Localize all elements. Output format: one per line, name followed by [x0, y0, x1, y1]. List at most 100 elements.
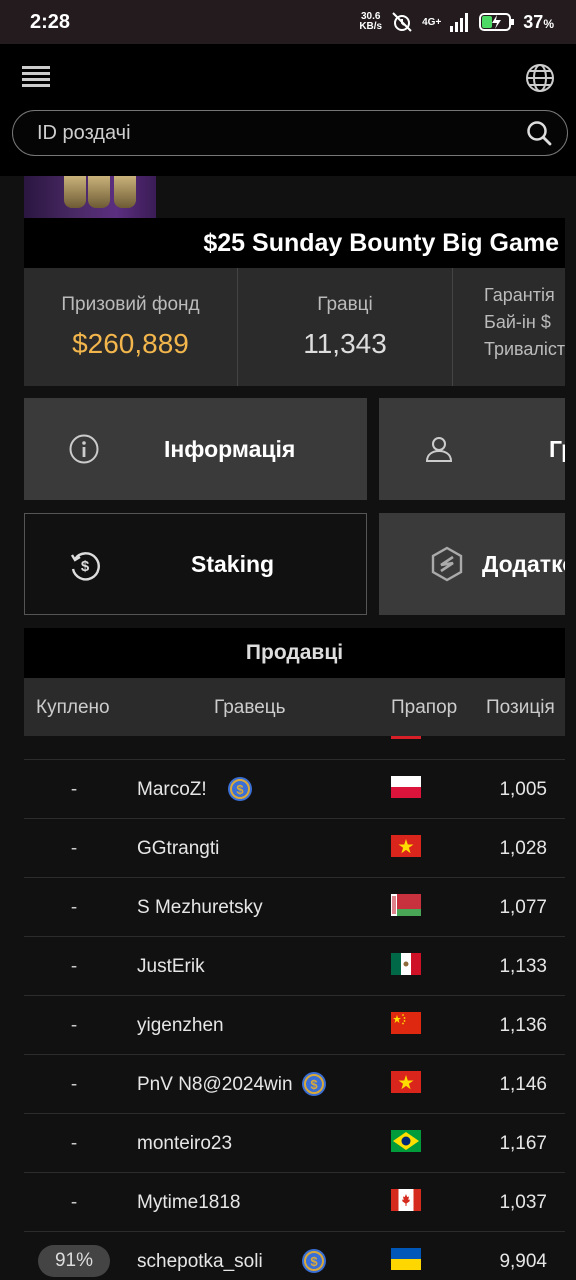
menu-icon[interactable] — [22, 64, 52, 90]
col-player[interactable]: Гравець — [214, 697, 286, 719]
position-cell: 1,146 — [499, 1074, 547, 1095]
player-name: GGtrangti — [137, 838, 220, 859]
tab-staking-label: Staking — [191, 550, 275, 577]
bought-cell: - — [70, 1074, 78, 1095]
col-position[interactable]: Позиція — [486, 697, 555, 719]
col-bought[interactable]: Куплено — [36, 697, 110, 719]
status-bar: 2:28 30.6 KB/s 4G+ 37% — [0, 0, 576, 44]
tournament-side-info: Гарантія Бай-ін $ Тривалість — [484, 268, 565, 386]
tournament-title-bar: $25 Sunday Bounty Big Game — [24, 218, 565, 268]
bought-cell: - — [70, 1015, 78, 1036]
position-cell: 1,167 — [499, 1133, 547, 1154]
table-row[interactable]: - Mytime1818 1,037 — [24, 1173, 565, 1232]
bought-cell: - — [70, 1192, 78, 1213]
table-row[interactable]: - S Mezhuretsky 1,077 — [24, 878, 565, 937]
table-row[interactable]: 91% schepotka_soli $9,904 — [24, 1232, 565, 1280]
bought-cell: - — [70, 956, 78, 977]
tournament-banner-image — [24, 176, 156, 218]
position-cell: 989 — [515, 736, 547, 742]
signal-icon — [450, 13, 469, 32]
players-label: Гравці — [317, 294, 373, 315]
svg-text:$: $ — [310, 1254, 318, 1269]
tab-extra[interactable]: Додатково — [379, 513, 565, 615]
alarm-off-icon — [392, 12, 412, 32]
duration-label: Тривалість — [484, 339, 565, 359]
bought-cell: - — [70, 779, 78, 800]
sellers-table-header: Куплено Гравець Прапор Позиція — [24, 678, 565, 736]
flag-vietnam-icon — [391, 835, 421, 857]
tournament-content: $25 Sunday Bounty Big Game Призовий фонд… — [0, 176, 576, 1280]
staking-badge-icon: $ — [301, 1071, 327, 1097]
staking-dollar-icon: $ — [70, 552, 100, 581]
battery-percent: 37% — [523, 11, 554, 32]
position-cell: 1,077 — [499, 897, 547, 918]
tab-extra-label: Додатково — [482, 550, 565, 577]
player-name: JustErik — [137, 956, 205, 977]
tab-players-label: Гравці — [549, 435, 565, 462]
player-name: yigenzhen — [137, 1015, 224, 1036]
battery-charging-icon — [479, 13, 515, 31]
bought-cell: - — [70, 1133, 78, 1154]
prize-pool-label: Призовий фонд — [61, 294, 200, 315]
sellers-table-body: Call me Sir 989 - MarcoZ! $1,005 - GGtrangti 1,… — [24, 736, 565, 1280]
tab-players[interactable]: Гравці — [379, 398, 565, 500]
position-cell: 1,005 — [499, 779, 547, 800]
position-cell: 1,133 — [499, 956, 547, 977]
col-flag[interactable]: Прапор — [391, 697, 457, 719]
guarantee-label: Гарантія — [484, 285, 555, 305]
bought-cell: 91% — [38, 1245, 110, 1277]
staking-badge-icon: $ — [301, 1248, 327, 1274]
buyin-label: Бай-ін $ — [484, 312, 551, 332]
table-row[interactable]: - MarcoZ! $1,005 — [24, 760, 565, 819]
flag-brazil-icon — [391, 1130, 421, 1152]
tournament-title: $25 Sunday Bounty Big Game — [203, 228, 559, 257]
tab-info-label: Інформація — [164, 435, 296, 462]
sellers-title: Продавці — [24, 628, 565, 678]
bought-cell: - — [70, 897, 78, 918]
table-row[interactable]: - yigenzhen 1,136 — [24, 996, 565, 1055]
flag-belarus-icon — [391, 894, 421, 916]
app-header — [0, 44, 576, 176]
flag-ukraine-icon — [391, 1248, 421, 1270]
hand-id-search[interactable] — [12, 110, 568, 156]
player-name: MarcoZ! — [137, 779, 207, 800]
table-row[interactable]: - monteiro23 1,167 — [24, 1114, 565, 1173]
globe-icon[interactable] — [524, 62, 556, 94]
player-name: monteiro23 — [137, 1133, 233, 1154]
user-icon — [425, 437, 453, 462]
svg-text:$: $ — [310, 1077, 318, 1092]
hexagon-s-icon — [431, 546, 463, 582]
position-cell: 1,136 — [499, 1015, 547, 1036]
player-name: schepotka_soli — [137, 1251, 263, 1272]
player-name: PnV N8@2024win — [137, 1074, 293, 1095]
tournament-stats: Призовий фонд $260,889 Гравці 11,343 Гар… — [24, 268, 565, 386]
flag-red-icon — [391, 736, 421, 739]
table-row[interactable]: - JustErik 1,133 — [24, 937, 565, 996]
player-name: Call me Sir — [137, 736, 230, 742]
player-name: S Mezhuretsky — [137, 897, 263, 918]
position-cell: 9,904 — [499, 1251, 547, 1272]
table-row[interactable]: - GGtrangti 1,028 — [24, 819, 565, 878]
svg-text:$: $ — [236, 782, 244, 797]
players-stat: Гравці 11,343 — [238, 268, 453, 386]
hand-id-search-input[interactable] — [37, 121, 525, 145]
position-cell: 1,037 — [499, 1192, 547, 1213]
position-cell: 1,028 — [499, 838, 547, 859]
prize-pool-value: $260,889 — [72, 328, 189, 359]
table-row[interactable]: Call me Sir 989 — [24, 736, 565, 760]
flag-mexico-icon — [391, 953, 421, 975]
info-icon — [69, 434, 99, 464]
search-icon[interactable] — [525, 119, 553, 147]
status-time: 2:28 — [30, 10, 71, 33]
svg-text:$: $ — [81, 558, 90, 575]
staking-badge-icon: $ — [227, 776, 253, 802]
players-value: 11,343 — [303, 328, 387, 359]
table-row[interactable]: - PnV N8@2024win $1,146 — [24, 1055, 565, 1114]
tab-info[interactable]: Інформація — [24, 398, 367, 500]
bought-cell: - — [70, 838, 78, 859]
status-icons: 30.6 KB/s 4G+ 37% — [359, 10, 554, 34]
flag-china-icon — [391, 1012, 421, 1034]
network-type: 4G+ — [422, 16, 442, 28]
flag-canada-icon — [391, 1189, 421, 1211]
tab-staking[interactable]: $ Staking — [24, 513, 367, 615]
